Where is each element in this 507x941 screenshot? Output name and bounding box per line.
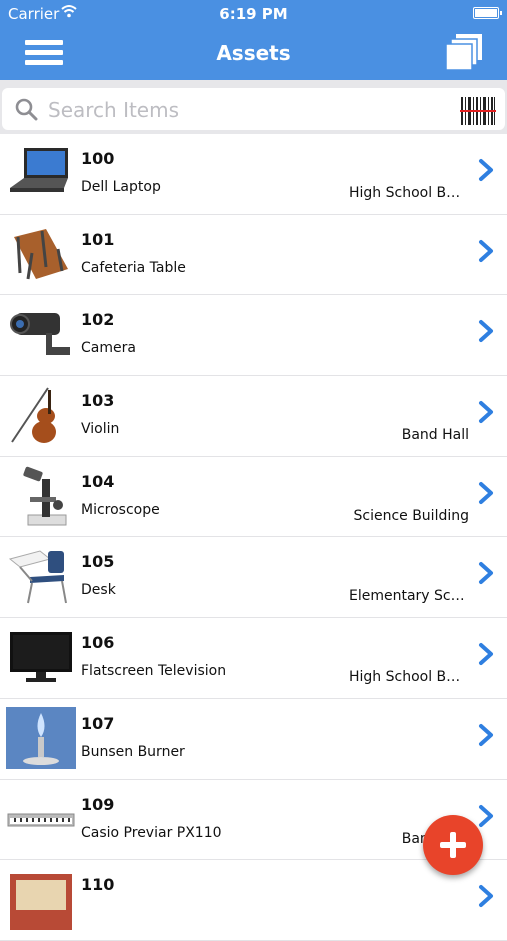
item-number: 100	[81, 149, 115, 168]
item-location: High School Building	[349, 185, 469, 201]
item-name: Casio Previar PX110	[81, 824, 222, 841]
camera-icon	[10, 313, 70, 356]
item-number: 101	[81, 229, 115, 249]
list-item[interactable]: 104 Microscope Science Building	[0, 456, 507, 538]
chevron-right-icon[interactable]	[476, 804, 496, 828]
item-name: Microscope	[81, 501, 160, 518]
clock: 6:19 PM	[219, 5, 288, 23]
item-name: Desk	[81, 582, 116, 599]
violin-icon	[11, 387, 56, 444]
microscope-icon	[23, 466, 67, 526]
item-name: Camera	[81, 340, 136, 357]
item-number: 109	[81, 794, 115, 814]
item-location: Band Hall	[401, 427, 469, 444]
desk-icon	[8, 550, 67, 604]
list-item[interactable]: 110	[0, 860, 507, 941]
search-input[interactable]	[46, 94, 440, 126]
laptop-icon	[10, 148, 68, 192]
item-number: 105	[81, 552, 115, 572]
item-name: Violin	[81, 421, 120, 438]
item-location: High School Building	[349, 669, 469, 686]
item-name: Bunsen Burner	[81, 743, 185, 760]
list-item[interactable]: 107 Bunsen Burner	[0, 698, 507, 780]
list-item[interactable]: 102 Camera	[0, 295, 507, 377]
list-item[interactable]: 101 Cafeteria Table	[0, 214, 507, 296]
chevron-right-icon[interactable]	[476, 158, 496, 182]
list-item[interactable]: 103 Violin Band Hall	[0, 376, 507, 457]
chevron-right-icon[interactable]	[476, 400, 496, 424]
bunsen-burner-icon	[6, 706, 76, 769]
search-icon	[15, 98, 38, 121]
search-box	[2, 88, 505, 130]
item-location: Science Building	[353, 507, 469, 524]
navigation-bar: Assets	[0, 28, 507, 80]
item-location: Elementary School	[349, 588, 469, 605]
stack-icon[interactable]	[444, 32, 484, 72]
item-name: Flatscreen Television	[81, 663, 227, 680]
book-icon	[10, 874, 72, 931]
table-icon	[14, 228, 68, 279]
chevron-right-icon[interactable]	[476, 481, 496, 505]
item-number: 106	[81, 633, 115, 653]
television-icon	[10, 632, 72, 683]
chevron-right-icon[interactable]	[476, 319, 496, 343]
asset-list: 100 Dell Laptop High School Building 101…	[0, 134, 507, 941]
list-item[interactable]: 100 Dell Laptop High School Building	[0, 134, 507, 215]
item-number: 103	[81, 391, 115, 411]
keyboard-icon	[7, 813, 75, 826]
item-number: 102	[81, 310, 115, 330]
item-name: Cafeteria Table	[81, 259, 186, 276]
status-bar: Carrier 6:19 PM	[0, 0, 507, 28]
chevron-right-icon[interactable]	[476, 723, 496, 747]
list-item[interactable]: 105 Desk Elementary School	[0, 537, 507, 619]
page-title: Assets	[216, 41, 291, 65]
chevron-right-icon[interactable]	[476, 561, 496, 585]
item-name: Dell Laptop	[81, 179, 161, 195]
chevron-right-icon[interactable]	[476, 884, 496, 908]
item-number: 104	[81, 471, 115, 491]
barcode-scanner-icon[interactable]	[460, 97, 496, 125]
item-number: 107	[81, 713, 115, 733]
search-bar	[0, 80, 507, 134]
chevron-right-icon[interactable]	[476, 239, 496, 263]
chevron-right-icon[interactable]	[476, 642, 496, 666]
list-item[interactable]: 106 Flatscreen Television High School Bu…	[0, 618, 507, 699]
battery-icon	[473, 7, 502, 19]
add-item-button[interactable]	[423, 815, 483, 875]
item-number: 110	[81, 875, 115, 895]
